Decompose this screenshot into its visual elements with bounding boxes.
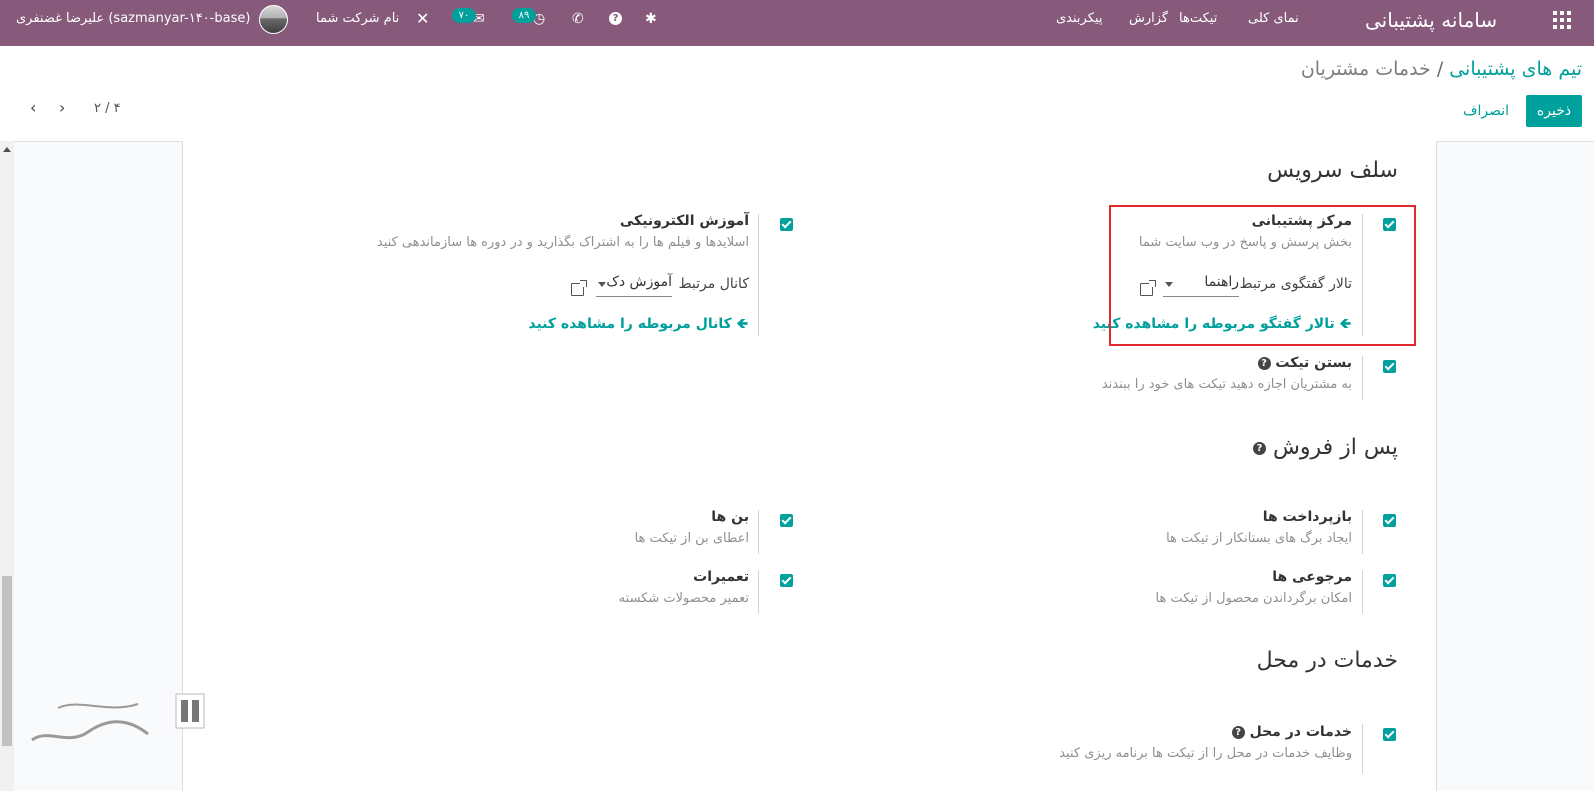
- app-title[interactable]: سامانه پشتیبانی: [1365, 0, 1497, 46]
- chat-count-badge: ۷۰: [452, 8, 476, 23]
- repairs-checkbox[interactable]: [780, 574, 793, 587]
- pager-value[interactable]: ۲ / ۴: [94, 101, 121, 116]
- previous-record-icon[interactable]: ‹: [30, 100, 40, 116]
- menu-reporting[interactable]: گزارش: [1129, 0, 1168, 46]
- returns-title: مرجوعی ها: [1272, 569, 1352, 585]
- chevron-down-icon: [598, 282, 606, 287]
- refunds-title: بازپرداخت ها: [1262, 509, 1352, 525]
- save-button[interactable]: ذخیره: [1526, 95, 1582, 127]
- highlight-box: [1109, 205, 1416, 346]
- section-title-after-sales: پس از فروش ?: [1252, 435, 1398, 460]
- close-ticket-checkbox[interactable]: [1383, 360, 1396, 373]
- activity-clock-icon[interactable]: ◷: [533, 0, 545, 46]
- channel-select[interactable]: آموزش دک: [596, 274, 672, 297]
- coupons-desc: اعطای بن از تیکت ها: [634, 531, 749, 546]
- onsite-title: خدمات در محل ?: [1231, 724, 1352, 740]
- main-navbar: سامانه پشتیبانی نمای کلی تیکت‌ها گزارش پ…: [0, 0, 1594, 46]
- onsite-title-text: خدمات در محل: [1249, 724, 1352, 740]
- breadcrumb-current: خدمات مشتریان: [1300, 58, 1431, 80]
- coupons-title: بن ها: [711, 509, 749, 525]
- view-channel-link[interactable]: 🡸 کانال مربوطه را مشاهده کنید: [528, 313, 748, 337]
- view-channel-link-text: کانال مربوطه را مشاهده کنید: [528, 316, 732, 332]
- returns-checkbox[interactable]: [1383, 574, 1396, 587]
- divider: [758, 570, 759, 614]
- section-title-after-sales-text: پس از فروش: [1272, 435, 1398, 460]
- next-record-icon[interactable]: ›: [59, 100, 69, 116]
- close-ticket-title: بستن تیکت ?: [1257, 355, 1352, 371]
- divider: [758, 214, 759, 336]
- refunds-desc: ایجاد برگ های بستانکار از تیکت ها: [1166, 531, 1352, 546]
- onsite-checkbox[interactable]: [1383, 728, 1396, 741]
- menu-tickets[interactable]: تیکت‌ها: [1179, 0, 1217, 46]
- phone-icon[interactable]: ✆: [572, 0, 584, 46]
- company-switcher[interactable]: نام شرکت شما: [316, 0, 399, 46]
- help-icon[interactable]: ?: [1252, 441, 1266, 455]
- settings-tools-icon[interactable]: ✕: [416, 0, 429, 46]
- elearning-checkbox[interactable]: [780, 218, 793, 231]
- apps-menu-icon[interactable]: [1553, 11, 1573, 31]
- returns-desc: امکان برگرداندن محصول از تیکت ها: [1155, 591, 1352, 606]
- discard-button[interactable]: انصراف: [1463, 95, 1509, 127]
- user-avatar[interactable]: [259, 5, 288, 34]
- help-icon[interactable]: ?: [609, 0, 622, 46]
- external-link-icon[interactable]: [571, 280, 587, 296]
- divider: [1362, 510, 1363, 554]
- divider: [1362, 724, 1363, 774]
- divider: [1362, 570, 1363, 614]
- help-icon[interactable]: ?: [1257, 356, 1271, 370]
- scroll-thumb[interactable]: [2, 576, 12, 746]
- breadcrumb: تیم های پشتیبانی/خدمات مشتریان: [1301, 58, 1582, 80]
- elearning-title: آموزش الکترونیکی: [619, 213, 749, 229]
- refunds-checkbox[interactable]: [1383, 514, 1396, 527]
- scroll-up-arrow-icon[interactable]: [3, 147, 11, 152]
- menu-overview[interactable]: نمای کلی: [1248, 0, 1299, 46]
- onsite-desc: وظایف خدمات در محل را از تیکت ها برنامه …: [1059, 746, 1352, 761]
- breadcrumb-parent[interactable]: تیم های پشتیبانی: [1449, 58, 1582, 80]
- scrollbar[interactable]: [0, 141, 14, 791]
- help-icon[interactable]: ?: [1231, 725, 1245, 739]
- watermark-logo: [31, 693, 205, 742]
- debug-bug-icon[interactable]: ✱: [645, 0, 657, 46]
- user-menu[interactable]: علیرضا غضنفری (sazmanyar-۱۴۰-base): [16, 0, 250, 46]
- divider: [1362, 356, 1363, 400]
- close-ticket-title-text: بستن تیکت: [1275, 355, 1352, 371]
- control-panel: تیم های پشتیبانی/خدمات مشتریان ذخیره انص…: [0, 46, 1594, 142]
- close-ticket-desc: به مشتریان اجازه دهید تیکت های خود را بب…: [1101, 377, 1352, 392]
- breadcrumb-separator: /: [1436, 58, 1444, 80]
- channel-select-value: آموزش دک: [606, 274, 672, 290]
- section-title-self-service: سلف سرویس: [1267, 158, 1398, 183]
- coupons-checkbox[interactable]: [780, 514, 793, 527]
- section-title-field-service: خدمات در محل: [1256, 648, 1398, 673]
- repairs-desc: تعمیر محصولات شکسته: [618, 591, 749, 606]
- divider: [758, 510, 759, 554]
- channel-label: کانال مرتبط: [678, 276, 749, 292]
- chat-icon[interactable]: ✉: [473, 0, 485, 46]
- menu-configuration[interactable]: پیکربندی: [1056, 0, 1102, 46]
- activity-count-badge: ۸۹: [512, 8, 536, 23]
- elearning-desc: اسلایدها و فیلم ها را به اشتراک بگذارید …: [376, 235, 749, 250]
- repairs-title: تعمیرات: [693, 569, 749, 585]
